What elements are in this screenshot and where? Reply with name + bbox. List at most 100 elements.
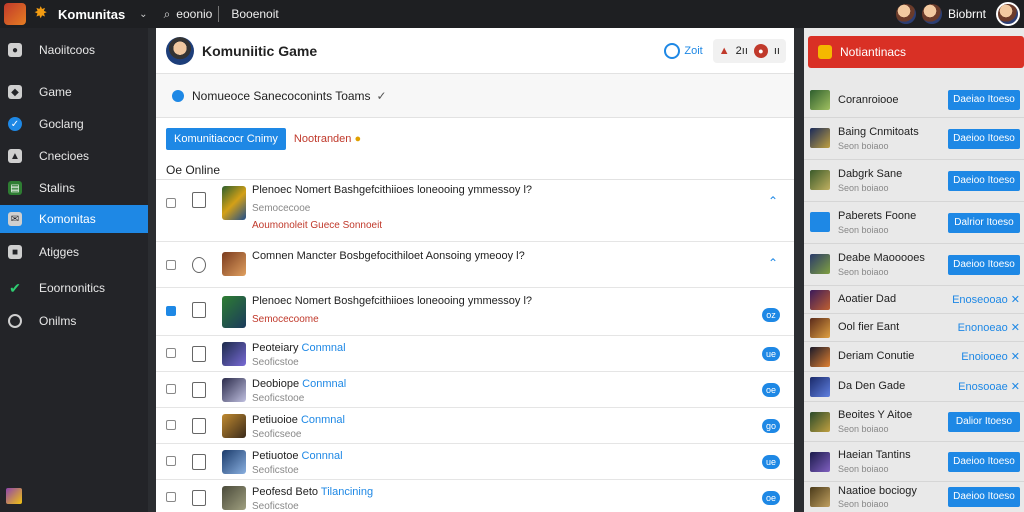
sidebar-item-label: Cnecioes bbox=[39, 149, 90, 163]
notification-item[interactable]: Coranroiooe Daeiao Itoeso bbox=[804, 82, 1024, 118]
home-icon bbox=[166, 456, 176, 466]
notification-item[interactable]: Deriam Conutie Enoiooeo ✕ bbox=[804, 342, 1024, 372]
notification-badge[interactable]: ▲ 2ıı ● ıı bbox=[712, 38, 786, 63]
follow-button[interactable]: Daeioo Itoeso bbox=[948, 171, 1020, 191]
game-thumbnail bbox=[222, 414, 246, 438]
notification-item[interactable]: Da Den Gade Enosooae ✕ bbox=[804, 372, 1024, 402]
list-item[interactable]: Petiuoioe Conmnal Seoficseoe go bbox=[156, 408, 794, 444]
notification-name: Ool fier Eant bbox=[838, 321, 900, 333]
bookmark-icon[interactable] bbox=[192, 346, 206, 362]
dismiss-link[interactable]: Enonoeao ✕ bbox=[958, 321, 1020, 334]
list-item[interactable]: Peoteiary Conmnal Seoficstoe ue bbox=[156, 336, 794, 372]
sidebar-item-stats[interactable]: ▤ Stalins bbox=[0, 174, 148, 202]
home-icon: ▲ bbox=[8, 149, 22, 163]
game-thumbnail bbox=[810, 377, 830, 397]
game-avatar-icon[interactable] bbox=[6, 488, 22, 504]
chevron-down-icon[interactable]: ⌄ bbox=[139, 9, 147, 20]
bookmark-icon[interactable] bbox=[192, 382, 206, 398]
follow-button[interactable]: Daeioo Itoeso bbox=[948, 129, 1020, 149]
reply-badge[interactable]: oe bbox=[762, 383, 780, 397]
bookmark-icon[interactable] bbox=[192, 418, 206, 434]
notification-item[interactable]: Ool fier Eant Enonoeao ✕ bbox=[804, 314, 1024, 342]
reply-badge[interactable]: ue bbox=[762, 455, 780, 469]
post-title-link[interactable]: Conmnal bbox=[302, 378, 346, 390]
sidebar-item-home[interactable]: ▲ Cnecioes bbox=[0, 142, 148, 170]
friend-avatar[interactable] bbox=[895, 4, 916, 24]
notification-item[interactable]: Naatioe bociogy Seon boiaoo Daeioo Itoes… bbox=[804, 482, 1024, 512]
list-item[interactable]: Plenoec Nomert Boshgefcithiioes loneooin… bbox=[156, 288, 794, 336]
home-icon bbox=[166, 348, 176, 358]
dismiss-link[interactable]: Enoiooeo ✕ bbox=[961, 350, 1020, 363]
close-icon[interactable]: ● bbox=[753, 43, 768, 58]
game-thumbnail bbox=[222, 450, 246, 474]
online-count: Zoit bbox=[684, 44, 703, 57]
user-avatar-small[interactable] bbox=[921, 4, 942, 24]
reply-badge[interactable]: oz bbox=[762, 308, 780, 322]
bookmark-icon[interactable] bbox=[192, 192, 206, 208]
list-item[interactable]: Petiuotoe Connnal Seoficstoe ue bbox=[156, 444, 794, 480]
notification-item[interactable]: Dabgrk Sane Seon boiaoo Daeioo Itoeso bbox=[804, 160, 1024, 202]
home-icon bbox=[166, 198, 176, 208]
search-label[interactable]: eoonio bbox=[176, 7, 212, 21]
notification-item[interactable]: Paberets Foone Seon boiaoo Dalrior Itoes… bbox=[804, 202, 1024, 244]
list-item[interactable]: Deobiope Conmnal Seoficstooe oe bbox=[156, 372, 794, 408]
alert-icon: ▲ bbox=[718, 44, 730, 57]
notification-link[interactable]: Nootranden ● bbox=[294, 133, 361, 145]
notification-item[interactable]: Deabe Maooooes Seon boiaoo Daeioo Itoeso bbox=[804, 244, 1024, 286]
follow-button[interactable]: Dalior Itoeso bbox=[948, 412, 1020, 432]
sidebar-item-label: Naoiitcoos bbox=[39, 43, 96, 57]
globe-icon[interactable] bbox=[192, 257, 206, 273]
post-title: Petiuoioe Conmnal bbox=[252, 414, 345, 426]
notification-name: Haeian Tantins bbox=[838, 449, 911, 461]
sidebar-item-label: Onilms bbox=[39, 314, 77, 328]
follow-button[interactable]: Daeioo Itoeso bbox=[948, 487, 1020, 507]
list-item[interactable]: Comnen Mancter Bosbgefocithiloet Aonsoin… bbox=[156, 242, 794, 288]
search-input[interactable]: Booenoit bbox=[231, 7, 278, 21]
follow-button[interactable]: Dalrior Itoeso bbox=[948, 213, 1020, 233]
list-item[interactable]: Peofesd Beto Tilancining Seoficstoe oe bbox=[156, 480, 794, 512]
page-title: Komuniitic Game bbox=[202, 42, 318, 59]
post-title-link[interactable]: Tilancining bbox=[321, 486, 373, 498]
sidebar-item-badges[interactable]: ■ Atigges bbox=[0, 238, 148, 266]
notification-item[interactable]: Aoatier Dad Enoseooao ✕ bbox=[804, 286, 1024, 314]
sidebar-item-online[interactable]: Onilms bbox=[0, 307, 148, 335]
game-thumbnail bbox=[222, 378, 246, 402]
chevron-up-icon[interactable]: ⌃ bbox=[768, 256, 778, 270]
notification-item[interactable]: Baing Cnmitoats Seon boiaoo Daeioo Itoes… bbox=[804, 118, 1024, 160]
sidebar-item-label: Goclang bbox=[39, 117, 84, 131]
dismiss-link[interactable]: Enosooae ✕ bbox=[958, 380, 1020, 393]
sidebar-item-globe[interactable]: ✓ Goclang bbox=[0, 110, 148, 138]
dismiss-link[interactable]: Enoseooao ✕ bbox=[952, 293, 1020, 306]
search-icon[interactable]: ⌕ bbox=[164, 7, 171, 22]
online-indicator[interactable]: Zoit bbox=[664, 42, 703, 59]
follow-button[interactable]: Daeioo Itoeso bbox=[948, 452, 1020, 472]
post-meta: Aoumonoleit Guece Sonnoeit bbox=[252, 220, 383, 231]
post-title-link[interactable]: Connnal bbox=[302, 450, 343, 462]
bookmark-icon[interactable] bbox=[192, 490, 206, 506]
game-thumbnail bbox=[810, 347, 830, 367]
follow-button[interactable]: Daeioo Itoeso bbox=[948, 255, 1020, 275]
list-item[interactable]: Plenoec Nomert Bashgefcithiioes loneooin… bbox=[156, 176, 794, 242]
post-title-link[interactable]: Conmnal bbox=[301, 414, 345, 426]
chevron-up-icon[interactable]: ⌃ bbox=[768, 194, 778, 208]
sidebar-item-community[interactable]: ✉ Komonitas bbox=[0, 205, 148, 233]
post-title: Deobiope Conmnal bbox=[252, 378, 346, 390]
community-online-button[interactable]: Komunitiacocr Cnimy bbox=[166, 128, 286, 150]
sidebar-item-game[interactable]: ◆ Game bbox=[0, 78, 148, 106]
sidebar-item-notifications[interactable]: ● Naoiitcoos bbox=[0, 36, 148, 64]
sidebar-item-economics[interactable]: ✔ Eoornonitics bbox=[0, 274, 148, 302]
reply-badge[interactable]: go bbox=[762, 419, 780, 433]
profile-avatar[interactable] bbox=[996, 2, 1020, 26]
reply-badge[interactable]: ue bbox=[762, 347, 780, 361]
bookmark-icon[interactable] bbox=[192, 302, 206, 318]
notification-item[interactable]: Haeian Tantins Seon boiaoo Daeioo Itoeso bbox=[804, 442, 1024, 482]
home-icon bbox=[166, 260, 176, 270]
reply-badge[interactable]: oe bbox=[762, 491, 780, 505]
bookmark-icon[interactable] bbox=[192, 454, 206, 470]
notification-sub: Seon boiaoo bbox=[838, 499, 889, 509]
post-title-link[interactable]: Conmnal bbox=[302, 342, 346, 354]
username[interactable]: Biobrnt bbox=[948, 7, 986, 21]
follow-button[interactable]: Daeiao Itoeso bbox=[948, 90, 1020, 110]
notification-item[interactable]: Beoites Y Aitoe Seon boiaoo Dalior Itoes… bbox=[804, 402, 1024, 442]
community-avatar bbox=[166, 36, 194, 65]
